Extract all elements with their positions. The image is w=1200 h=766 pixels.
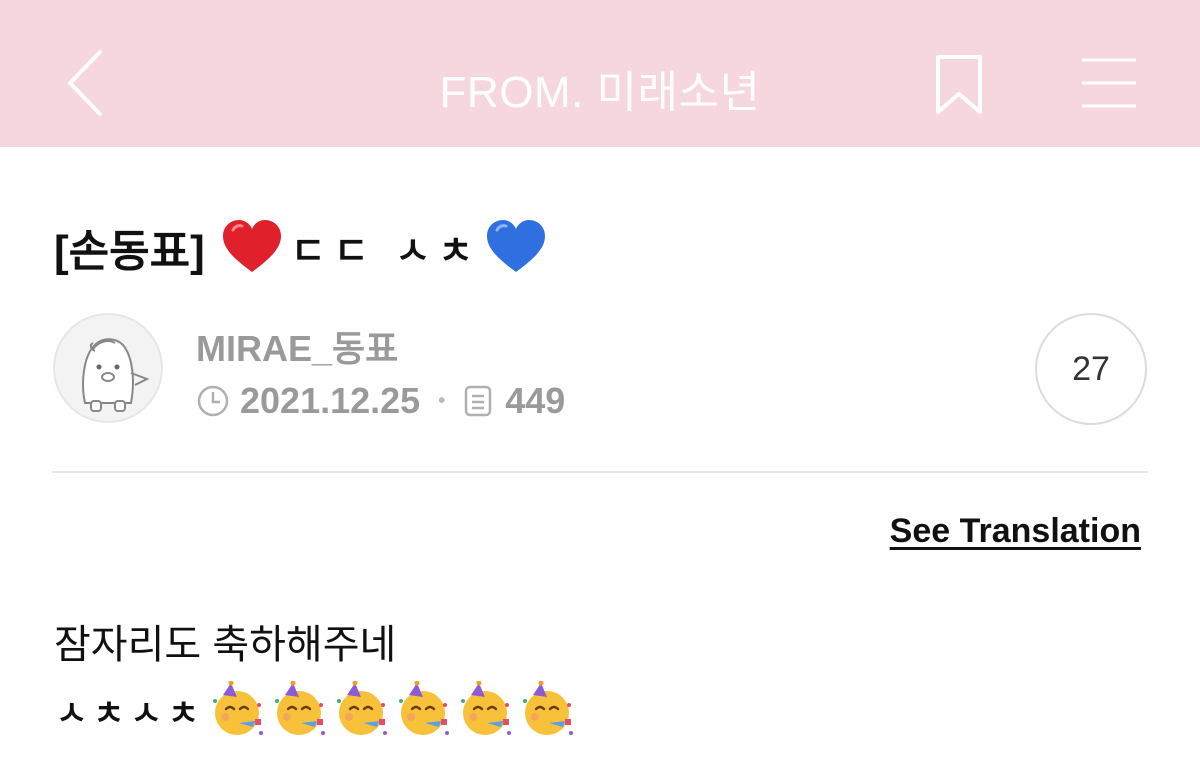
view-count: 449: [505, 380, 566, 421]
post-body-text: ㅅㅊㅅㅊ: [56, 694, 206, 733]
top-nav-bar: FROM. 미래소년: [0, 0, 1200, 147]
meta-separator: •: [438, 389, 446, 412]
bookmark-icon: [936, 55, 982, 114]
see-translation-link[interactable]: See Translation: [890, 512, 1141, 551]
red-heart-icon: [222, 220, 281, 272]
menu-button[interactable]: [1080, 56, 1138, 110]
party-emoji-row: [205, 681, 577, 739]
post-title-prefix: [손동표]: [54, 227, 205, 276]
cartoon-character-icon: [82, 338, 150, 412]
post-body-line: 잠자리도 축하해주네: [54, 623, 397, 667]
bookmark-button[interactable]: [934, 54, 984, 116]
page-title: FROM. 미래소년: [439, 68, 761, 117]
partying-face-icon: [337, 681, 388, 735]
post-meta: 2021.12.25 • 449: [196, 380, 565, 422]
post-body-line: ㅅㅊㅅㅊ: [56, 680, 577, 740]
clock-icon: [197, 385, 229, 417]
blue-heart-icon: [487, 220, 546, 272]
document-icon: [464, 385, 492, 417]
post-title-middle: ㄷㄷ ㅅㅊ: [290, 230, 482, 273]
hamburger-menu-icon: [1082, 58, 1136, 108]
partying-face-icon: [523, 681, 574, 735]
post-title: [손동표] ㄷㄷ ㅅㅊ: [54, 212, 547, 282]
partying-face-icon: [399, 681, 450, 735]
divider: [52, 471, 1148, 473]
partying-face-icon: [213, 681, 264, 735]
author-avatar[interactable]: [53, 313, 163, 423]
comment-count-button[interactable]: 27: [1035, 313, 1147, 425]
partying-face-icon: [275, 681, 326, 735]
author-name[interactable]: MIRAE_동표: [196, 320, 398, 372]
partying-face-icon: [461, 681, 512, 735]
post-date: 2021.12.25: [240, 380, 421, 421]
